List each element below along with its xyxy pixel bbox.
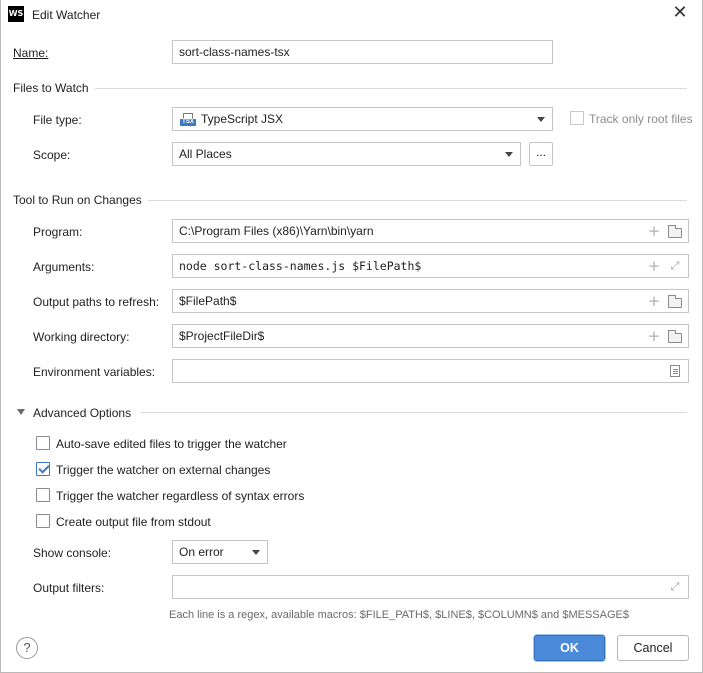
scope-value: All Places bbox=[179, 147, 232, 161]
webstorm-logo-icon: WS bbox=[8, 6, 24, 22]
advanced-options-title[interactable]: Advanced Options bbox=[33, 406, 138, 420]
ok-button[interactable]: OK bbox=[534, 635, 605, 661]
tool-section-title: Tool to Run on Changes bbox=[13, 193, 148, 207]
env-vars-label: Environment variables: bbox=[33, 365, 156, 379]
track-root-files-label: Track only root files bbox=[589, 112, 693, 126]
working-dir-value: $ProjectFileDir$ bbox=[179, 329, 265, 343]
output-filters-label: Output filters: bbox=[33, 581, 105, 595]
stdout-output-label: Create output file from stdout bbox=[56, 515, 211, 529]
cancel-button[interactable]: Cancel bbox=[617, 635, 689, 661]
expand-icon[interactable]: ⤢ bbox=[669, 581, 681, 593]
program-label: Program: bbox=[33, 225, 83, 239]
output-paths-input[interactable]: $FilePath$ bbox=[172, 289, 689, 313]
tsx-file-icon: TSX bbox=[180, 113, 196, 126]
output-paths-value: $FilePath$ bbox=[179, 294, 237, 308]
syntax-errors-checkbox[interactable] bbox=[36, 488, 50, 502]
program-input[interactable]: C:\Program Files (x86)\Yarn\bin\yarn bbox=[172, 219, 689, 243]
scope-label: Scope: bbox=[33, 148, 71, 162]
chevron-down-icon bbox=[537, 117, 545, 122]
output-filters-hint: Each line is a regex, available macros: … bbox=[169, 609, 629, 621]
env-vars-input[interactable] bbox=[172, 359, 689, 383]
chevron-down-icon bbox=[505, 152, 513, 157]
close-icon[interactable]: ✕ bbox=[670, 3, 690, 23]
output-filters-input[interactable] bbox=[172, 575, 689, 599]
syntax-errors-label: Trigger the watcher regardless of syntax… bbox=[56, 489, 305, 503]
scope-more-button[interactable]: ... bbox=[529, 142, 553, 166]
external-changes-checkbox[interactable] bbox=[36, 462, 50, 476]
working-dir-input[interactable]: $ProjectFileDir$ bbox=[172, 324, 689, 348]
expand-icon[interactable]: ⤢ bbox=[669, 260, 681, 272]
stdout-output-checkbox[interactable] bbox=[36, 514, 50, 528]
output-paths-label: Output paths to refresh: bbox=[33, 295, 160, 309]
show-console-value: On error bbox=[179, 545, 224, 559]
dialog-title: Edit Watcher bbox=[32, 8, 101, 22]
title-bar: WS Edit Watcher ✕ bbox=[1, 0, 703, 30]
collapse-triangle-icon[interactable] bbox=[17, 409, 25, 415]
file-type-label: File type: bbox=[33, 113, 82, 127]
arguments-input[interactable]: node sort-class-names.js $FilePath$ bbox=[172, 254, 689, 278]
auto-save-label: Auto-save edited files to trigger the wa… bbox=[56, 437, 287, 451]
show-console-combobox[interactable]: On error bbox=[172, 540, 268, 564]
insert-macro-plus-icon[interactable]: + bbox=[646, 293, 662, 309]
external-changes-label: Trigger the watcher on external changes bbox=[56, 463, 271, 477]
files-to-watch-title: Files to Watch bbox=[13, 81, 95, 95]
auto-save-checkbox[interactable] bbox=[36, 436, 50, 450]
name-value: sort-class-names-tsx bbox=[179, 45, 290, 59]
arguments-label: Arguments: bbox=[33, 260, 95, 274]
edit-watcher-dialog: WS Edit Watcher ✕ Name: sort-class-names… bbox=[0, 0, 703, 673]
chevron-down-icon bbox=[252, 550, 260, 555]
name-input[interactable]: sort-class-names-tsx bbox=[172, 40, 553, 64]
track-root-files-checkbox[interactable] bbox=[570, 111, 584, 125]
working-dir-label: Working directory: bbox=[33, 330, 130, 344]
folder-icon[interactable] bbox=[668, 330, 682, 343]
scope-combobox[interactable]: All Places bbox=[172, 142, 521, 166]
edit-env-vars-icon[interactable] bbox=[670, 365, 680, 377]
advanced-separator bbox=[141, 412, 687, 413]
folder-icon[interactable] bbox=[668, 225, 682, 238]
insert-macro-plus-icon[interactable]: + bbox=[646, 223, 662, 239]
file-type-value: TypeScript JSX bbox=[201, 112, 284, 126]
files-to-watch-separator bbox=[13, 88, 687, 89]
name-label: Name: bbox=[13, 46, 49, 60]
show-console-label: Show console: bbox=[33, 546, 112, 560]
insert-macro-plus-icon[interactable]: + bbox=[646, 328, 662, 344]
insert-macro-plus-icon[interactable]: + bbox=[646, 258, 662, 274]
folder-icon[interactable] bbox=[668, 295, 682, 308]
help-button[interactable]: ? bbox=[16, 637, 38, 659]
arguments-value: node sort-class-names.js $FilePath$ bbox=[179, 259, 422, 273]
file-type-combobox[interactable]: TSX TypeScript JSX bbox=[172, 107, 553, 131]
program-value: C:\Program Files (x86)\Yarn\bin\yarn bbox=[179, 224, 374, 238]
